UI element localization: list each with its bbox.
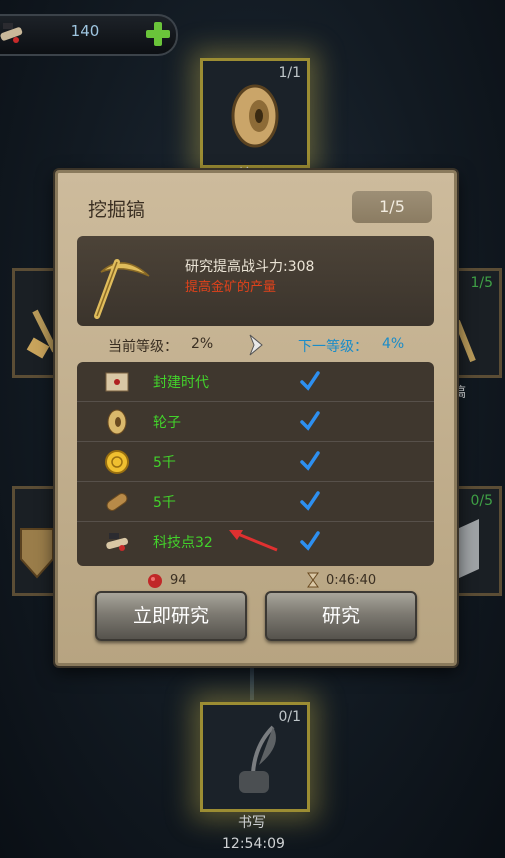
check-icon [300,531,320,551]
shield-icon [20,528,54,579]
requirements-list: 封建时代 轮子 5千 5千 科技点32 [77,362,434,566]
quill-inkwell-icon [239,725,276,793]
wheel-icon [231,84,279,148]
add-resource-button[interactable] [144,20,172,48]
map-scroll-icon [105,372,129,392]
wheel-icon [107,409,127,435]
requirement-label: 5千 [153,495,176,511]
red-arrow-annotation [229,530,278,552]
requirement-row: 封建时代 [77,362,434,402]
pickaxe-icon [26,309,57,359]
dialog-title: 挖掘镐 [88,199,146,221]
wood-log-icon [106,493,128,511]
resource-bar: 140 [0,14,178,56]
node-name-writing: 书写 [238,815,266,831]
requirement-row: 科技点32 [77,522,434,561]
level-badge: 1/5 [352,191,432,223]
food-icon [148,574,162,588]
current-level-value: 2% [191,336,214,352]
tech-node-writing[interactable]: 0/1 [200,702,310,812]
research-cost-row: 94 0:46:40 [58,571,454,591]
level-compare-row: 当前等级： 2% 下一等级： 4% [58,333,454,359]
tech-description-panel: 研究提高战斗力:308 提高金矿的产量 [77,236,434,326]
pickaxe-icon [94,259,150,319]
tech-node-left-mid[interactable] [12,268,60,378]
time-cost: 0:46:40 [326,573,377,588]
power-bonus-text: 研究提高战斗力:308 [185,259,315,275]
tech-node-left-low[interactable] [12,486,60,596]
tech-node-wheel[interactable]: 1/1 [200,58,310,168]
requirement-label: 轮子 [153,415,181,431]
requirement-row: 5千 [77,482,434,522]
research-timer: 12:54:09 [222,836,285,852]
check-icon [300,491,320,511]
saw-icon [457,519,479,579]
check-icon [300,451,320,471]
requirement-label: 封建时代 [153,375,209,391]
tech-scroll-icon [0,23,23,43]
check-icon [300,411,320,431]
requirement-label: 科技点32 [153,535,213,551]
research-button[interactable]: 研究 [265,591,417,641]
requirement-row: 轮子 [77,402,434,442]
requirement-label: 5千 [153,455,176,471]
check-icon [300,371,320,391]
resource-value: 140 [70,22,100,40]
requirement-row: 5千 [77,442,434,482]
gold-coin-icon [105,450,129,474]
tech-node-right-mid[interactable]: 1/5 [450,268,502,378]
next-level-label: 下一等级： [298,339,368,355]
current-level-label: 当前等级： [108,339,178,355]
next-level-value: 4% [382,336,405,352]
tech-node-right-low[interactable]: 0/5 [450,486,502,596]
hourglass-icon [307,572,319,588]
tech-scroll-icon [106,533,128,551]
chevron-right-icon [249,334,263,356]
tech-dialog: 挖掘镐 1/5 研究提高战斗力:308 提高金矿的产量 当前等级： 2% 下一等… [55,170,457,666]
hammer-icon [454,319,476,363]
food-cost: 94 [170,573,187,588]
gold-output-text: 提高金矿的产量 [185,280,277,295]
instant-research-button[interactable]: 立即研究 [95,591,247,641]
tree-connector [250,660,254,700]
